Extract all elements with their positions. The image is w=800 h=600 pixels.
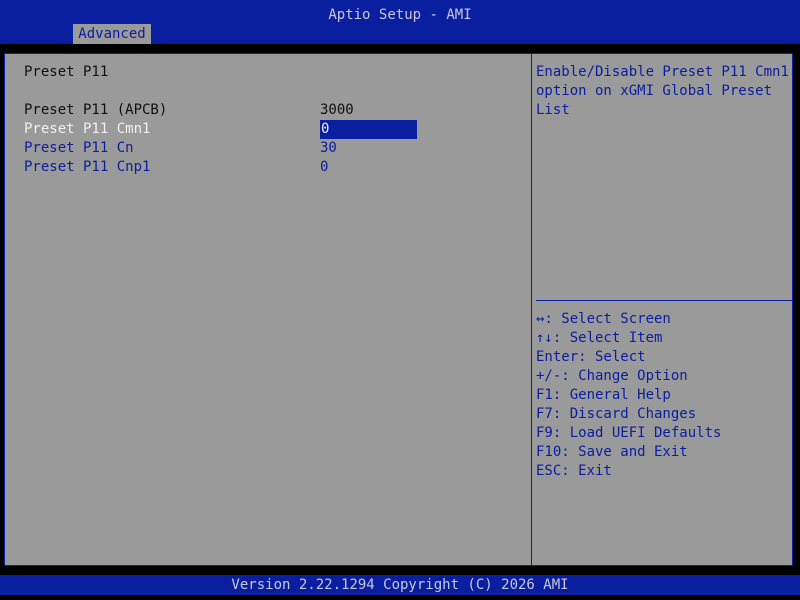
key-help-enter-select: Enter: Select: [536, 349, 646, 365]
key-help-save-exit: F10: Save and Exit: [536, 444, 688, 460]
setting-value-preset-p11-cmn1[interactable]: 0: [320, 120, 417, 139]
setting-label-preset-p11-cmn1[interactable]: Preset P11 Cmn1: [24, 120, 150, 139]
bios-screen: Aptio Setup - AMI Advanced Preset P11 Pr…: [0, 0, 800, 600]
help-description-line: List: [536, 102, 570, 118]
setting-label-preset-p11-apcb: Preset P11 (APCB): [24, 102, 168, 118]
bottom-border: [0, 595, 800, 600]
settings-panel: Preset P11 Preset P11 (APCB) 3000 Preset…: [4, 53, 532, 566]
setting-value-preset-p11-cn[interactable]: 30: [320, 139, 337, 158]
tab-advanced[interactable]: Advanced: [73, 24, 151, 44]
setting-label-preset-p11-cnp1[interactable]: Preset P11 Cnp1: [24, 158, 150, 177]
setting-value-preset-p11-apcb: 3000: [320, 102, 354, 118]
setting-label-preset-p11-cn[interactable]: Preset P11 Cn: [24, 139, 134, 158]
key-help-change-option: +/-: Change Option: [536, 368, 688, 384]
window-title: Aptio Setup - AMI: [328, 7, 472, 23]
help-description-line: Enable/Disable Preset P11 Cmn1: [536, 64, 789, 80]
help-description-line: option on xGMI Global Preset: [536, 83, 773, 99]
help-panel: Enable/Disable Preset P11 Cmn1 option on…: [531, 53, 793, 566]
key-help-select-screen: ↔: Select Screen: [536, 311, 671, 327]
key-help-general-help: F1: General Help: [536, 387, 671, 403]
key-help-load-defaults: F9: Load UEFI Defaults: [536, 425, 722, 441]
help-divider: [536, 300, 792, 301]
version-footer: Version 2.22.1294 Copyright (C) 2026 AMI: [0, 575, 800, 595]
section-title: Preset P11: [24, 64, 109, 80]
key-help-discard-changes: F7: Discard Changes: [536, 406, 697, 422]
key-help-select-item: ↑↓: Select Item: [536, 330, 663, 346]
setting-value-preset-p11-cnp1[interactable]: 0: [320, 158, 328, 177]
key-help-exit: ESC: Exit: [536, 463, 612, 479]
title-bar: Aptio Setup - AMI Advanced: [0, 0, 800, 44]
